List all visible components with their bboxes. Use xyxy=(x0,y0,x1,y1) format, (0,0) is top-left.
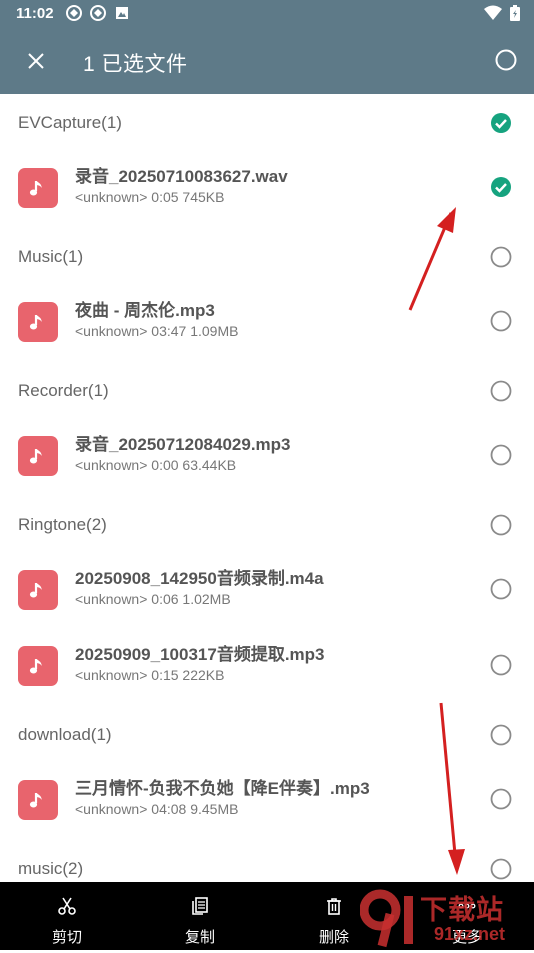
file-meta: <unknown> 0:05 745KB xyxy=(75,189,225,205)
watermark-title: 下载站 xyxy=(420,895,504,925)
copy-label: 复制 xyxy=(184,929,215,946)
app-notification-icon xyxy=(66,5,82,21)
battery-icon xyxy=(510,5,520,21)
file-row[interactable]: 20250908_142950音频录制.m4a <unknown> 0:06 1.… xyxy=(0,554,534,630)
music-note-icon xyxy=(29,793,42,808)
music-note-icon xyxy=(29,583,42,598)
folder-header-row[interactable]: download(1) xyxy=(0,706,534,764)
select-all-icon[interactable] xyxy=(494,48,518,72)
file-name: 录音_20250712084029.mp3 xyxy=(75,435,291,454)
audio-thumbnail xyxy=(18,646,58,686)
watermark-domain: 91xz.net xyxy=(434,924,506,944)
file-row[interactable]: 20250909_100317音频提取.mp3 <unknown> 0:15 22… xyxy=(0,630,534,706)
cut-button[interactable]: 剪切 xyxy=(17,882,117,950)
image-notification-icon xyxy=(116,7,128,19)
folder-header-row[interactable]: EVCapture(1) xyxy=(0,94,534,152)
file-select-checkbox[interactable] xyxy=(490,654,512,676)
file-meta: <unknown> 04:08 9.45MB xyxy=(75,801,239,817)
file-row[interactable]: 录音_20250712084029.mp3 <unknown> 0:00 63.4… xyxy=(0,420,534,496)
music-note-icon xyxy=(29,315,42,330)
file-select-checkbox[interactable] xyxy=(490,788,512,810)
folder-header-row[interactable]: Ringtone(2) xyxy=(0,496,534,554)
cut-label: 剪切 xyxy=(51,929,82,946)
file-name: 三月情怀-负我不负她【降E伴奏】.mp3 xyxy=(75,779,370,798)
copy-button[interactable]: 复制 xyxy=(150,882,250,950)
file-name: 20250909_100317音频提取.mp3 xyxy=(75,645,325,664)
app-notification-icon xyxy=(90,5,106,21)
folder-select-checkbox[interactable] xyxy=(490,246,512,268)
music-note-icon xyxy=(29,181,42,196)
file-select-checkbox[interactable] xyxy=(490,176,512,198)
folder-header-row[interactable]: Recorder(1) xyxy=(0,362,534,420)
audio-thumbnail xyxy=(18,780,58,820)
folder-header-label: EVCapture(1) xyxy=(18,113,122,132)
file-select-checkbox[interactable] xyxy=(490,310,512,332)
status-time: 11:02 xyxy=(16,5,54,22)
audio-thumbnail xyxy=(18,168,58,208)
file-list: EVCapture(1) 录音_20250710083627.wav <unknow… xyxy=(0,94,534,882)
music-note-icon xyxy=(29,449,42,464)
folder-select-checkbox[interactable] xyxy=(490,380,512,402)
page-title: 1 已选文件 xyxy=(83,53,188,76)
file-row[interactable]: 夜曲 - 周杰伦.mp3 <unknown> 03:47 1.09MB xyxy=(0,286,534,362)
file-name: 录音_20250710083627.wav xyxy=(75,167,288,186)
folder-header-label: Ringtone(2) xyxy=(18,515,107,534)
audio-thumbnail xyxy=(18,570,58,610)
folder-select-checkbox[interactable] xyxy=(490,112,512,134)
audio-thumbnail xyxy=(18,302,58,342)
file-row[interactable]: 录音_20250710083627.wav <unknown> 0:05 745K… xyxy=(0,152,534,228)
status-bar: 11:02 xyxy=(0,0,534,28)
folder-header-label: Music(1) xyxy=(18,247,84,266)
file-name: 20250908_142950音频录制.m4a xyxy=(75,569,324,588)
folder-header-label: Recorder(1) xyxy=(18,381,109,400)
file-name: 夜曲 - 周杰伦.mp3 xyxy=(75,301,215,320)
audio-thumbnail xyxy=(18,436,58,476)
wifi-icon xyxy=(484,5,502,20)
file-row[interactable]: 三月情怀-负我不负她【降E伴奏】.mp3 <unknown> 04:08 9.45… xyxy=(0,764,534,840)
notification-icons xyxy=(66,5,130,21)
folder-select-checkbox[interactable] xyxy=(490,514,512,536)
folder-select-checkbox[interactable] xyxy=(490,724,512,746)
folder-header-row[interactable]: Music(1) xyxy=(0,228,534,286)
file-meta: <unknown> 0:15 222KB xyxy=(75,667,225,683)
folder-header-label: download(1) xyxy=(18,725,112,744)
file-select-checkbox[interactable] xyxy=(490,444,512,466)
watermark-logo: 下载站 91xz.net xyxy=(359,888,530,948)
close-icon[interactable] xyxy=(24,49,48,73)
selection-app-bar: 1 已选文件 xyxy=(0,28,534,94)
file-meta: <unknown> 0:00 63.44KB xyxy=(75,457,237,473)
folder-header-row[interactable]: music(2) xyxy=(0,840,534,882)
copy-icon xyxy=(192,897,208,915)
folder-select-checkbox[interactable] xyxy=(490,858,512,880)
file-select-checkbox[interactable] xyxy=(490,578,512,600)
folder-header-label: music(2) xyxy=(18,859,84,878)
file-meta: <unknown> 0:06 1.02MB xyxy=(75,591,231,607)
file-meta: <unknown> 03:47 1.09MB xyxy=(75,323,239,339)
scissors-icon xyxy=(58,897,76,915)
music-note-icon xyxy=(29,659,42,674)
trash-icon xyxy=(327,898,341,915)
